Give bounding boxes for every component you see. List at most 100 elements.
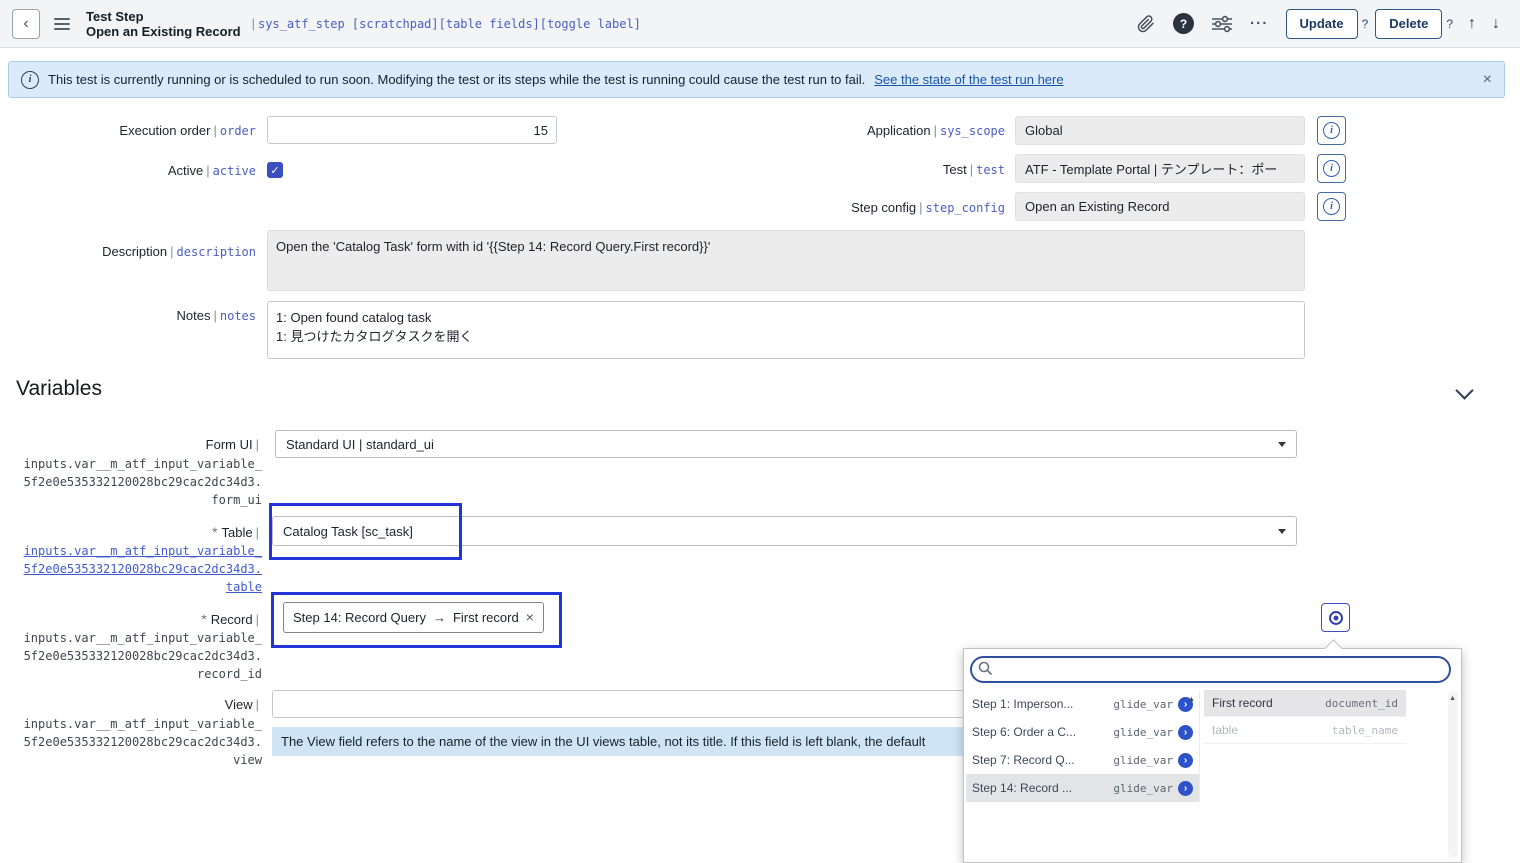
delete-context-help[interactable]: ? bbox=[1446, 17, 1453, 31]
table-select[interactable]: Catalog Task [sc_task] bbox=[272, 516, 1297, 546]
active-checkbox[interactable]: ✓ bbox=[267, 162, 283, 178]
notes-textarea[interactable]: 1: Open found catalog task 1: 見つけたカタログタス… bbox=[267, 301, 1305, 359]
label-separator: | bbox=[919, 200, 923, 215]
label-separator: | bbox=[933, 123, 937, 138]
record-path-line1: inputs.var__m_atf_input_variable_ bbox=[23, 631, 262, 645]
popup-scrollbar[interactable] bbox=[1448, 691, 1458, 858]
description-field-name: description bbox=[176, 245, 256, 259]
label-separator: | bbox=[170, 244, 174, 259]
search-icon bbox=[978, 661, 993, 679]
record-picker-button[interactable] bbox=[1321, 603, 1350, 632]
list-item[interactable]: Step 6: Order a C... glide_var › bbox=[966, 718, 1199, 746]
pill-field-name: First record bbox=[452, 609, 519, 625]
view-path-line3: view bbox=[233, 753, 262, 767]
test-field: ATF - Template Portal | テンプレート：ポー bbox=[1015, 154, 1305, 183]
record-variable-pill[interactable]: Step 14: Record Query → First record × bbox=[283, 601, 544, 633]
record-type-label: Test Step bbox=[86, 8, 144, 24]
form-ui-path-line1: inputs.var__m_atf_input_variable_ bbox=[23, 457, 262, 471]
previous-record-icon[interactable]: ↑ bbox=[1468, 15, 1476, 33]
step-label: Step 1: Imperson... bbox=[972, 697, 1074, 711]
popup-caret bbox=[1324, 639, 1343, 658]
personalize-form-icon[interactable] bbox=[1212, 15, 1233, 33]
back-button[interactable]: ‹ bbox=[12, 8, 40, 39]
step-config-field-name: step_config bbox=[925, 201, 1005, 215]
update-button[interactable]: Update bbox=[1285, 8, 1358, 39]
list-item[interactable]: Step 7: Record Q... glide_var › bbox=[966, 746, 1199, 774]
active-label-text: Active bbox=[167, 163, 204, 178]
table-path-line1[interactable]: inputs.var__m_atf_input_variable_ bbox=[0, 542, 262, 560]
pill-arrow-icon: → bbox=[432, 609, 446, 625]
update-context-help[interactable]: ? bbox=[1362, 17, 1369, 31]
application-value: Global bbox=[1025, 123, 1063, 138]
info-icon: i bbox=[1323, 160, 1340, 177]
step-config-field: Open an Existing Record bbox=[1015, 192, 1305, 221]
label-separator: | bbox=[255, 525, 259, 540]
record-input-field[interactable]: Step 14: Record Query → First record × bbox=[277, 598, 549, 636]
dropdown-caret-icon bbox=[1278, 441, 1286, 447]
pill-source-step: Step 14: Record Query bbox=[293, 609, 426, 625]
list-item[interactable]: Step 1: Imperson... glide_var › bbox=[966, 690, 1199, 718]
variables-collapse-chevron-icon[interactable] bbox=[1455, 381, 1474, 400]
test-reference-info-button[interactable]: i bbox=[1317, 154, 1346, 183]
table-technical-name: sys_atf_step [scratchpad][table fields][… bbox=[258, 17, 641, 31]
application-reference-info-button[interactable]: i bbox=[1317, 116, 1346, 145]
field-technical-name: table_name bbox=[1331, 723, 1398, 737]
banner-close-icon[interactable]: × bbox=[1483, 71, 1492, 89]
application-field-name: sys_scope bbox=[939, 124, 1005, 138]
notes-field-name: notes bbox=[219, 309, 256, 323]
application-field: Global bbox=[1015, 116, 1305, 145]
description-textarea: Open the 'Catalog Task' form with id '{{… bbox=[267, 230, 1305, 291]
pill-remove-icon[interactable]: × bbox=[526, 609, 534, 625]
view-label-text: View bbox=[224, 697, 253, 712]
next-record-icon[interactable]: ↓ bbox=[1492, 15, 1500, 33]
execution-order-field-name: order bbox=[219, 124, 256, 138]
form-ui-label: Form UI | bbox=[0, 437, 262, 452]
application-label: Application | sys_scope bbox=[640, 123, 1005, 138]
view-help-text: The View field refers to the name of the… bbox=[281, 734, 926, 749]
banner-message: This test is currently running or is sch… bbox=[48, 72, 866, 87]
test-run-state-link[interactable]: See the state of the test run here bbox=[874, 72, 1063, 87]
label-separator: | bbox=[206, 163, 210, 178]
step-list-scroll-up-icon[interactable]: ▲ bbox=[1188, 696, 1195, 703]
active-label: Active | active bbox=[0, 163, 256, 178]
checkmark-icon: ✓ bbox=[270, 164, 280, 177]
help-icon[interactable]: ? bbox=[1173, 13, 1195, 34]
mandatory-asterisk-icon: * bbox=[212, 524, 218, 540]
record-label: * Record | bbox=[0, 611, 262, 627]
drill-in-chevron-icon[interactable]: › bbox=[1178, 780, 1193, 796]
mandatory-asterisk-icon: * bbox=[201, 611, 207, 627]
delete-button[interactable]: Delete bbox=[1375, 8, 1443, 39]
record-picker-popup: Step 1: Imperson... glide_var › Step 6: … bbox=[963, 639, 1462, 863]
attachment-icon[interactable] bbox=[1137, 14, 1155, 33]
variables-section-heading: Variables bbox=[16, 377, 102, 400]
hamburger-menu-icon[interactable] bbox=[54, 15, 70, 33]
info-icon: i bbox=[21, 70, 39, 89]
test-label-text: Test bbox=[942, 162, 967, 177]
execution-order-input[interactable] bbox=[267, 116, 557, 144]
execution-order-label-text: Execution order bbox=[119, 123, 211, 138]
list-item-selected[interactable]: Step 14: Record ... glide_var › bbox=[966, 774, 1199, 802]
form-ui-select[interactable]: Standard UI | standard_ui bbox=[275, 430, 1297, 458]
field-list-scroll-up-icon[interactable]: ▲ bbox=[1449, 695, 1456, 702]
form-ui-path-line3: form_ui bbox=[211, 493, 262, 507]
step-config-reference-info-button[interactable]: i bbox=[1317, 192, 1346, 221]
step-type: glide_var bbox=[1113, 725, 1173, 739]
dropdown-caret-icon bbox=[1278, 528, 1286, 534]
popup-search-input[interactable] bbox=[970, 656, 1451, 683]
active-field-name: active bbox=[212, 164, 256, 178]
table-label-text: Table bbox=[221, 525, 253, 540]
view-path-line1: inputs.var__m_atf_input_variable_ bbox=[23, 717, 262, 731]
table-path-line3[interactable]: table bbox=[0, 578, 262, 596]
form-ui-path-line2: 5f2e0e535332120028bc29cac2dc34d3. bbox=[23, 475, 262, 489]
field-item-selected[interactable]: First record document_id bbox=[1204, 690, 1406, 717]
drill-in-chevron-icon[interactable]: › bbox=[1178, 752, 1193, 768]
view-path-line2: 5f2e0e535332120028bc29cac2dc34d3. bbox=[23, 735, 262, 749]
more-options-icon[interactable]: ... bbox=[1250, 11, 1269, 28]
label-separator: | bbox=[969, 162, 974, 177]
drill-in-chevron-icon[interactable]: › bbox=[1178, 724, 1193, 740]
step-label: Step 6: Order a C... bbox=[972, 725, 1077, 739]
description-value: Open the 'Catalog Task' form with id '{{… bbox=[276, 239, 711, 254]
test-label: Test | test bbox=[640, 162, 1005, 177]
description-label: Description | description bbox=[0, 244, 256, 259]
table-path-line2[interactable]: 5f2e0e535332120028bc29cac2dc34d3. bbox=[0, 560, 262, 578]
